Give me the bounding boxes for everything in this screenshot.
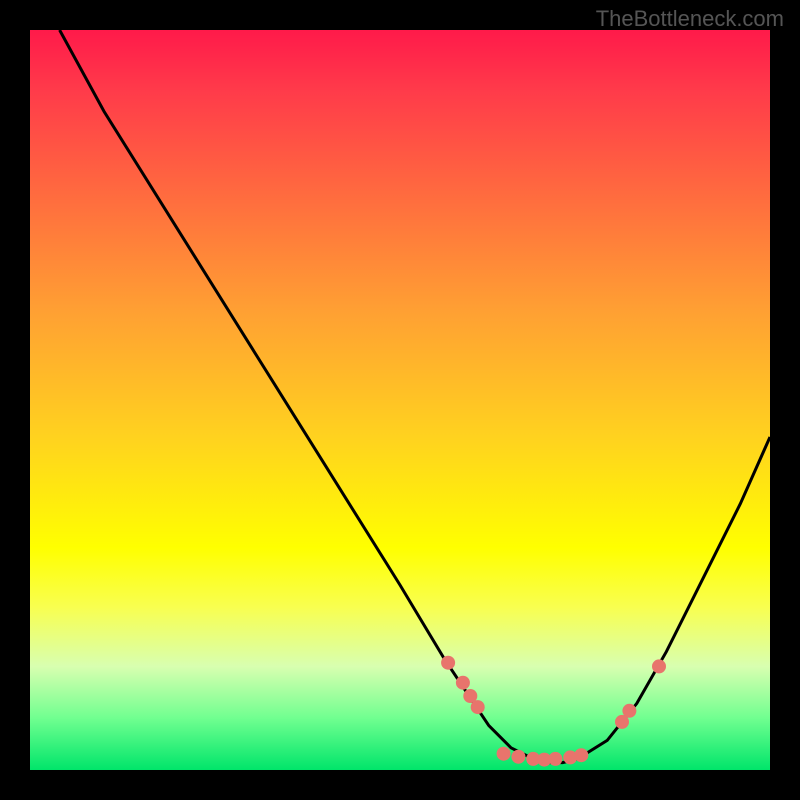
marker-dot [622,704,636,718]
marker-dot [456,676,470,690]
bottleneck-curve [60,30,770,763]
marker-dot [511,750,525,764]
marker-dot [471,700,485,714]
curve-layer [30,30,770,770]
plot-area [30,30,770,770]
marker-dot [652,659,666,673]
marker-dot [548,752,562,766]
marker-dot [441,656,455,670]
marker-dot [497,747,511,761]
watermark-text: TheBottleneck.com [596,6,784,32]
marker-dot [574,748,588,762]
curve-markers [441,656,666,767]
